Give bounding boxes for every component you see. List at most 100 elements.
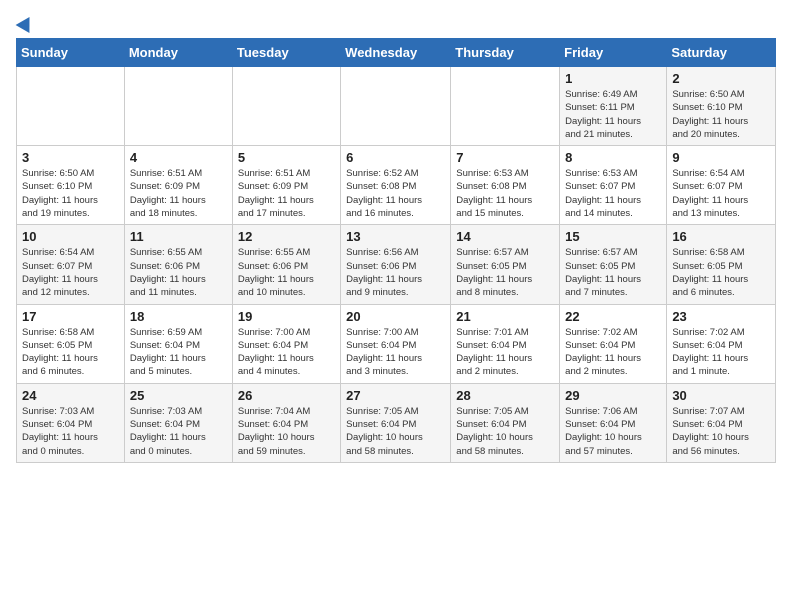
day-number: 16	[672, 229, 770, 244]
calendar-cell: 5 Sunrise: 6:51 AM Sunset: 6:09 PM Daylig…	[232, 146, 340, 225]
day-number: 8	[565, 150, 661, 165]
calendar-cell: 25Sunrise: 7:03 AM Sunset: 6:04 PM Dayli…	[124, 383, 232, 462]
day-info: Sunrise: 6:57 AM Sunset: 6:05 PM Dayligh…	[456, 246, 554, 299]
calendar-week-1: 3 Sunrise: 6:50 AM Sunset: 6:10 PM Daylig…	[17, 146, 776, 225]
calendar-cell: 18 Sunrise: 6:59 AM Sunset: 6:04 PM Dayli…	[124, 304, 232, 383]
day-number: 21	[456, 309, 554, 324]
calendar-week-4: 24 Sunrise: 7:03 AM Sunset: 6:04 PM Dayli…	[17, 383, 776, 462]
weekday-header-monday: Monday	[124, 39, 232, 67]
day-info: Sunrise: 6:54 AM Sunset: 6:07 PM Dayligh…	[672, 167, 770, 220]
day-info: Sunrise: 6:51 AM Sunset: 6:09 PM Dayligh…	[238, 167, 335, 220]
calendar-week-2: 10 Sunrise: 6:54 AM Sunset: 6:07 PM Dayli…	[17, 225, 776, 304]
day-info: Sunrise: 6:53 AM Sunset: 6:08 PM Dayligh…	[456, 167, 554, 220]
calendar-cell: 6 Sunrise: 6:52 AM Sunset: 6:08 PM Daylig…	[341, 146, 451, 225]
logo	[16, 16, 34, 30]
calendar-cell: 12 Sunrise: 6:55 AM Sunset: 6:06 PM Dayli…	[232, 225, 340, 304]
day-number: 30	[672, 388, 770, 403]
weekday-header-thursday: Thursday	[451, 39, 560, 67]
calendar-cell	[232, 67, 340, 146]
day-number: 14	[456, 229, 554, 244]
day-info: Sunrise: 7:05 AM Sunset: 6:04 PM Dayligh…	[456, 405, 554, 458]
day-number: 4	[130, 150, 227, 165]
calendar-cell	[124, 67, 232, 146]
day-info: Sunrise: 7:02 AM Sunset: 6:04 PM Dayligh…	[672, 326, 770, 379]
day-info: Sunrise: 7:05 AM Sunset: 6:04 PM Dayligh…	[346, 405, 445, 458]
day-info: Sunrise: 7:07 AM Sunset: 6:04 PM Dayligh…	[672, 405, 770, 458]
day-number: 2	[672, 71, 770, 86]
day-info: Sunrise: 7:00 AM Sunset: 6:04 PM Dayligh…	[346, 326, 445, 379]
weekday-header-row: SundayMondayTuesdayWednesdayThursdayFrid…	[17, 39, 776, 67]
calendar-body: 1 Sunrise: 6:49 AM Sunset: 6:11 PM Daylig…	[17, 67, 776, 463]
day-info: Sunrise: 7:04 AM Sunset: 6:04 PM Dayligh…	[238, 405, 335, 458]
calendar-cell: 16 Sunrise: 6:58 AM Sunset: 6:05 PM Dayli…	[667, 225, 776, 304]
calendar-cell: 23 Sunrise: 7:02 AM Sunset: 6:04 PM Dayli…	[667, 304, 776, 383]
calendar-cell: 20 Sunrise: 7:00 AM Sunset: 6:04 PM Dayli…	[341, 304, 451, 383]
day-number: 9	[672, 150, 770, 165]
day-number: 23	[672, 309, 770, 324]
calendar-cell: 21 Sunrise: 7:01 AM Sunset: 6:04 PM Dayli…	[451, 304, 560, 383]
weekday-header-friday: Friday	[560, 39, 667, 67]
day-info: Sunrise: 6:56 AM Sunset: 6:06 PM Dayligh…	[346, 246, 445, 299]
day-info: Sunrise: 6:52 AM Sunset: 6:08 PM Dayligh…	[346, 167, 445, 220]
day-info: Sunrise: 6:55 AM Sunset: 6:06 PM Dayligh…	[238, 246, 335, 299]
calendar-table: SundayMondayTuesdayWednesdayThursdayFrid…	[16, 38, 776, 463]
calendar-cell: 8 Sunrise: 6:53 AM Sunset: 6:07 PM Daylig…	[560, 146, 667, 225]
calendar-cell: 1 Sunrise: 6:49 AM Sunset: 6:11 PM Daylig…	[560, 67, 667, 146]
calendar-cell: 28 Sunrise: 7:05 AM Sunset: 6:04 PM Dayli…	[451, 383, 560, 462]
page-header	[16, 16, 776, 30]
day-info: Sunrise: 7:06 AM Sunset: 6:04 PM Dayligh…	[565, 405, 661, 458]
day-info: Sunrise: 6:58 AM Sunset: 6:05 PM Dayligh…	[672, 246, 770, 299]
day-number: 26	[238, 388, 335, 403]
day-number: 18	[130, 309, 227, 324]
day-number: 3	[22, 150, 119, 165]
day-info: Sunrise: 6:55 AM Sunset: 6:06 PM Dayligh…	[130, 246, 227, 299]
day-info: Sunrise: 7:01 AM Sunset: 6:04 PM Dayligh…	[456, 326, 554, 379]
day-number: 10	[22, 229, 119, 244]
weekday-header-wednesday: Wednesday	[341, 39, 451, 67]
calendar-cell: 2 Sunrise: 6:50 AM Sunset: 6:10 PM Daylig…	[667, 67, 776, 146]
day-number: 7	[456, 150, 554, 165]
calendar-cell: 24 Sunrise: 7:03 AM Sunset: 6:04 PM Dayli…	[17, 383, 125, 462]
weekday-header-sunday: Sunday	[17, 39, 125, 67]
calendar-cell: 17 Sunrise: 6:58 AM Sunset: 6:05 PM Dayli…	[17, 304, 125, 383]
calendar-cell: 3 Sunrise: 6:50 AM Sunset: 6:10 PM Daylig…	[17, 146, 125, 225]
day-info: Sunrise: 6:49 AM Sunset: 6:11 PM Dayligh…	[565, 88, 661, 141]
logo-triangle-icon	[16, 13, 37, 33]
day-number: 12	[238, 229, 335, 244]
weekday-header-tuesday: Tuesday	[232, 39, 340, 67]
calendar-cell: 29 Sunrise: 7:06 AM Sunset: 6:04 PM Dayli…	[560, 383, 667, 462]
day-number: 27	[346, 388, 445, 403]
calendar-cell: 14 Sunrise: 6:57 AM Sunset: 6:05 PM Dayli…	[451, 225, 560, 304]
weekday-header-saturday: Saturday	[667, 39, 776, 67]
calendar-cell	[17, 67, 125, 146]
day-number: 24	[22, 388, 119, 403]
calendar-cell: 10 Sunrise: 6:54 AM Sunset: 6:07 PM Dayli…	[17, 225, 125, 304]
day-info: Sunrise: 7:02 AM Sunset: 6:04 PM Dayligh…	[565, 326, 661, 379]
calendar-week-0: 1 Sunrise: 6:49 AM Sunset: 6:11 PM Daylig…	[17, 67, 776, 146]
day-info: Sunrise: 6:53 AM Sunset: 6:07 PM Dayligh…	[565, 167, 661, 220]
day-number: 29	[565, 388, 661, 403]
day-info: Sunrise: 6:58 AM Sunset: 6:05 PM Dayligh…	[22, 326, 119, 379]
calendar-cell: 22 Sunrise: 7:02 AM Sunset: 6:04 PM Dayli…	[560, 304, 667, 383]
day-info: Sunrise: 6:50 AM Sunset: 6:10 PM Dayligh…	[22, 167, 119, 220]
day-number: 17	[22, 309, 119, 324]
calendar-week-3: 17 Sunrise: 6:58 AM Sunset: 6:05 PM Dayli…	[17, 304, 776, 383]
day-number: 28	[456, 388, 554, 403]
day-info: Sunrise: 6:59 AM Sunset: 6:04 PM Dayligh…	[130, 326, 227, 379]
day-number: 5	[238, 150, 335, 165]
calendar-cell	[341, 67, 451, 146]
calendar-cell: 26 Sunrise: 7:04 AM Sunset: 6:04 PM Dayli…	[232, 383, 340, 462]
day-info: Sunrise: 7:00 AM Sunset: 6:04 PM Dayligh…	[238, 326, 335, 379]
day-number: 1	[565, 71, 661, 86]
day-info: Sunrise: 6:51 AM Sunset: 6:09 PM Dayligh…	[130, 167, 227, 220]
calendar-cell: 9 Sunrise: 6:54 AM Sunset: 6:07 PM Daylig…	[667, 146, 776, 225]
day-number: 11	[130, 229, 227, 244]
day-info: Sunrise: 6:50 AM Sunset: 6:10 PM Dayligh…	[672, 88, 770, 141]
day-info: Sunrise: 7:03 AM Sunset: 6:04 PM Dayligh…	[22, 405, 119, 458]
day-number: 22	[565, 309, 661, 324]
calendar-cell: 30 Sunrise: 7:07 AM Sunset: 6:04 PM Dayli…	[667, 383, 776, 462]
day-number: 20	[346, 309, 445, 324]
calendar-cell: 19Sunrise: 7:00 AM Sunset: 6:04 PM Dayli…	[232, 304, 340, 383]
day-number: 6	[346, 150, 445, 165]
day-info: Sunrise: 6:54 AM Sunset: 6:07 PM Dayligh…	[22, 246, 119, 299]
